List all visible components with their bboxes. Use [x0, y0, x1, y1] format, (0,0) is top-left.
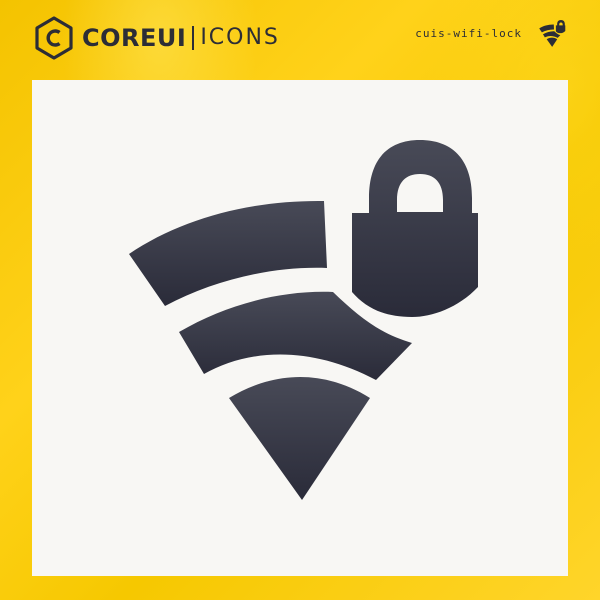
coreui-logo-icon — [35, 16, 73, 60]
brand-separator — [192, 26, 195, 50]
brand-name-light: ICONS — [200, 25, 280, 50]
wifi-lock-icon — [129, 140, 478, 500]
header: COREUI ICONS cuis-wifi-lock — [0, 0, 600, 80]
wifi-lock-icon — [539, 19, 566, 47]
icon-preview-card — [32, 80, 568, 576]
page: COREUI ICONS cuis-wifi-lock — [0, 0, 600, 600]
icon-name-label: cuis-wifi-lock — [415, 27, 522, 40]
brand-name-bold: COREUI — [82, 24, 187, 52]
brand[interactable]: COREUI ICONS — [34, 16, 280, 60]
